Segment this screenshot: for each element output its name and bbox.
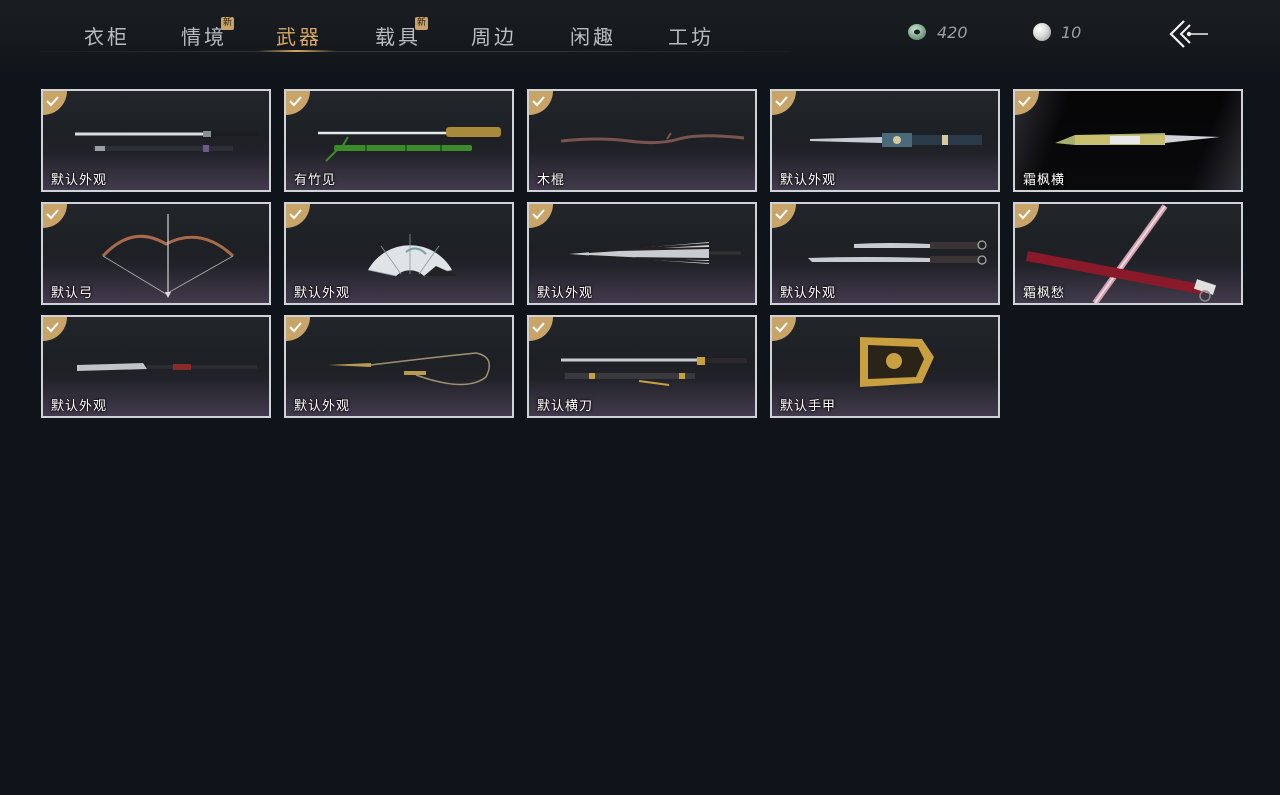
back-arrow-icon [1169,20,1208,48]
jade-currency: 420 [907,20,968,44]
weapon-card[interactable]: 默认外观 [284,315,514,418]
new-badge: 新 [415,17,428,30]
weapon-name: 默认外观 [294,286,351,301]
new-badge: 新 [221,17,234,30]
weapon-card[interactable]: 默认外观 [284,202,514,305]
owned-check-icon [529,317,553,341]
tab-vehicles[interactable]: 载具新 [375,17,428,51]
weapon-card[interactable]: 默认手甲 [770,315,1000,418]
weapon-card[interactable]: 默认外观 [770,89,1000,192]
tab-merch[interactable]: 周边 [471,21,517,51]
tab-wardrobe[interactable]: 衣柜 [84,21,130,51]
weapon-card[interactable]: 默认弓 [41,202,271,305]
weapon-card[interactable]: 默认外观 [41,89,271,192]
weapon-name: 霜枫愁 [1023,286,1066,301]
weapon-card[interactable]: 霜枫愁 [1013,202,1243,305]
owned-check-icon [529,204,553,228]
weapon-card[interactable]: 木棍 [527,89,757,192]
weapon-name: 默认外观 [294,399,351,414]
owned-check-icon [286,204,310,228]
weapon-name: 霜枫横 [1023,173,1066,188]
tab-label: 工坊 [668,25,714,49]
tab-label: 周边 [471,25,517,49]
weapon-card[interactable]: 默认外观 [527,202,757,305]
weapon-name: 有竹见 [294,173,337,188]
jade-amount: 420 [937,22,968,42]
tab-scenes[interactable]: 情境新 [181,17,234,51]
owned-check-icon [529,91,553,115]
owned-check-icon [1015,204,1039,228]
weapon-name: 默认外观 [780,173,837,188]
pearl-amount: 10 [1061,22,1082,42]
owned-check-icon [1015,91,1039,115]
tab-weapons[interactable]: 武器 [276,21,322,51]
tab-label: 闲趣 [570,25,616,49]
tab-workshop[interactable]: 工坊 [668,21,714,51]
weapon-name: 默认弓 [51,286,94,301]
owned-check-icon [772,317,796,341]
owned-check-icon [286,91,310,115]
owned-check-icon [772,204,796,228]
weapon-card[interactable]: 霜枫横 [1013,89,1243,192]
owned-check-icon [43,317,67,341]
owned-check-icon [772,91,796,115]
weapon-name: 默认横刀 [537,399,594,414]
weapon-card[interactable]: 默认外观 [41,315,271,418]
tab-label: 武器 [276,25,322,49]
weapon-card[interactable]: 默认横刀 [527,315,757,418]
nav-divider [40,51,790,52]
weapon-name: 默认外观 [51,173,108,188]
weapon-name: 木棍 [537,173,566,188]
weapon-name: 默认外观 [537,286,594,301]
tab-label: 衣柜 [84,25,130,49]
weapon-card[interactable]: 有竹见 [284,89,514,192]
weapon-card[interactable]: 默认外观 [770,202,1000,305]
owned-check-icon [43,91,67,115]
owned-check-icon [43,204,67,228]
back-button[interactable] [1166,17,1210,51]
tab-leisure[interactable]: 闲趣 [570,21,616,51]
pearl-currency: 10 [1033,20,1081,44]
owned-check-icon [286,317,310,341]
weapon-name: 默认外观 [51,399,108,414]
weapon-name: 默认外观 [780,286,837,301]
jade-coin-icon [907,22,927,42]
active-tab-indicator [258,50,336,52]
weapon-name: 默认手甲 [780,399,837,414]
pearl-icon [1033,23,1051,41]
